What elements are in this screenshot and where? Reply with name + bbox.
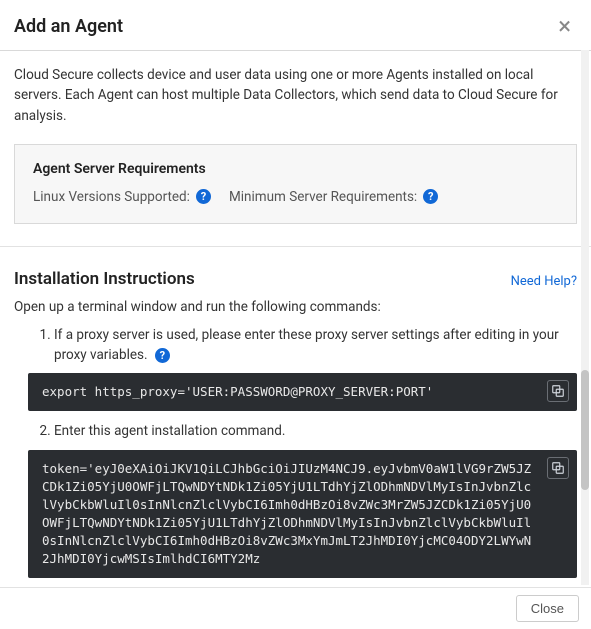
step-2-text: Enter this agent installation command. — [54, 423, 285, 439]
copy-icon[interactable] — [547, 380, 569, 402]
instructions-body: Open up a terminal window and run the fo… — [0, 299, 591, 604]
requirements-box: Agent Server Requirements Linux Versions… — [14, 144, 577, 224]
instructions-heading: Installation Instructions — [14, 269, 195, 289]
intro-text: Cloud Secure collects device and user da… — [14, 65, 577, 126]
scrollbar-thumb[interactable] — [581, 370, 589, 490]
step-1: If a proxy server is used, please enter … — [54, 325, 577, 412]
requirements-row: Linux Versions Supported: ? Minimum Serv… — [33, 189, 558, 205]
help-icon[interactable]: ? — [423, 189, 438, 204]
min-server-label: Minimum Server Requirements: — [229, 189, 417, 205]
dialog-header: Add an Agent × — [0, 0, 591, 51]
close-icon[interactable]: × — [554, 14, 575, 38]
scrollbar[interactable] — [579, 50, 591, 585]
dialog-body: Cloud Secure collects device and user da… — [0, 51, 591, 224]
close-button[interactable]: Close — [516, 595, 579, 622]
copy-icon[interactable] — [547, 457, 569, 479]
code-text-token: token='eyJ0eXAiOiJKV1QiLCJhbGciOiJIUzM4N… — [42, 461, 531, 567]
requirements-title: Agent Server Requirements — [33, 161, 558, 177]
dialog-footer: Close — [0, 587, 591, 629]
steps-list: If a proxy server is used, please enter … — [14, 325, 577, 604]
code-block-token: token='eyJ0eXAiOiJKV1QiLCJhbGciOiJIUzM4N… — [28, 450, 577, 579]
code-text-proxy: export https_proxy='USER:PASSWORD@PROXY_… — [42, 384, 433, 399]
dialog-title: Add an Agent — [14, 16, 123, 37]
linux-versions-label: Linux Versions Supported: — [33, 189, 190, 205]
help-icon[interactable]: ? — [196, 189, 211, 204]
step-2: Enter this agent installation command. t… — [54, 421, 577, 603]
linux-versions-item: Linux Versions Supported: ? — [33, 189, 211, 205]
help-icon[interactable]: ? — [155, 348, 170, 363]
instructions-lead: Open up a terminal window and run the fo… — [14, 299, 577, 315]
step-1-text: If a proxy server is used, please enter … — [54, 327, 559, 363]
code-block-proxy: export https_proxy='USER:PASSWORD@PROXY_… — [28, 373, 577, 411]
instructions-header: Installation Instructions Need Help? — [0, 247, 591, 299]
min-server-item: Minimum Server Requirements: ? — [229, 189, 438, 205]
need-help-link[interactable]: Need Help? — [511, 274, 577, 289]
